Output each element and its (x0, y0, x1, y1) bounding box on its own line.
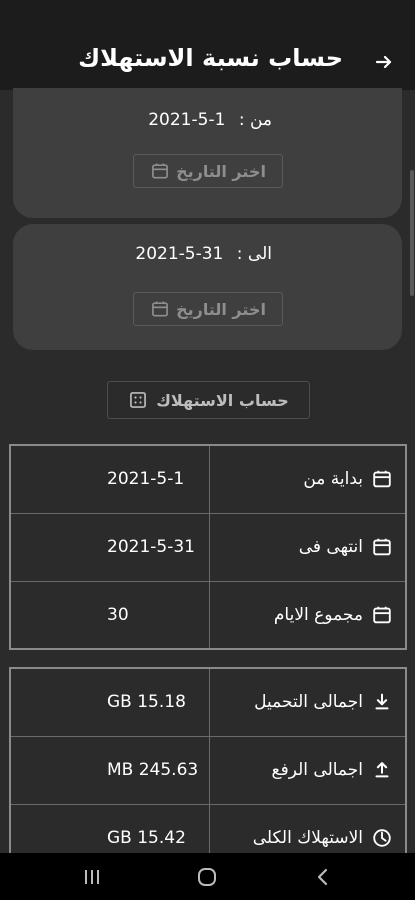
arrow-right-icon[interactable] (372, 50, 396, 74)
start-date-label-cell: بداية من (208, 444, 407, 514)
total-days-value: 30 (9, 580, 210, 650)
total-download-value: GB 15.18 (9, 667, 210, 737)
total-download-label-cell: اجمالى التحميل (208, 667, 407, 737)
to-date-value: 2021-5-31 (135, 244, 224, 264)
to-pick-date-label: اختر التاريخ (176, 299, 266, 319)
scrollbar[interactable] (410, 170, 414, 296)
end-date-label: انتهى فى (298, 537, 363, 557)
from-pick-date-button[interactable]: اختر التاريخ (133, 154, 283, 188)
start-date-label: بداية من (303, 469, 363, 490)
page-title: حساب نسبة الاستهلاك (78, 44, 343, 72)
calendar-icon (373, 606, 391, 623)
calculate-usage-button[interactable]: حساب الاستهلاك (107, 381, 310, 419)
from-pick-date-label: اختر التاريخ (176, 161, 266, 181)
table-row: 2021-5-1 بداية من (9, 444, 407, 514)
period-table: 2021-5-1 بداية من 2021-5-31 انتهى فى 30 … (9, 444, 407, 650)
recent-apps-icon[interactable] (80, 867, 104, 887)
to-date-row: الى : 2021-5-31 (135, 244, 272, 264)
total-days-label-cell: مجموع الايام (208, 580, 407, 650)
to-pick-date-button[interactable]: اختر التاريخ (133, 292, 283, 326)
back-nav-icon[interactable] (311, 867, 335, 887)
calendar-icon (373, 538, 391, 556)
total-usage-label: الاستهلاك الكلى (252, 827, 363, 848)
table-row: MB 245.63 اجمالى الرفع (9, 735, 407, 805)
to-date-card: الى : 2021-5-31 اختر التاريخ (13, 224, 402, 350)
calculator-icon (130, 392, 147, 408)
total-download-label: اجمالى التحميل (254, 692, 363, 713)
from-date-value: 2021-5-1 (148, 110, 226, 130)
usage-table: GB 15.18 اجمالى التحميل MB 245.63 اجمالى… (9, 667, 407, 873)
calendar-icon (373, 471, 391, 488)
data-usage-icon (373, 829, 391, 847)
calendar-icon (152, 163, 168, 179)
app-bar: حساب نسبة الاستهلاك (0, 0, 415, 90)
calculate-usage-label: حساب الاستهلاك (156, 390, 289, 410)
table-row: 30 مجموع الايام (9, 580, 407, 650)
total-upload-label: اجمالى الرفع (271, 760, 363, 780)
table-row: GB 15.18 اجمالى التحميل (9, 667, 407, 737)
home-icon[interactable] (195, 867, 219, 887)
from-label: من : (238, 110, 272, 130)
from-date-row: من : 2021-5-1 (148, 110, 272, 130)
from-date-card: من : 2021-5-1 اختر التاريخ (13, 88, 402, 218)
end-date-value: 2021-5-31 (9, 512, 210, 582)
download-icon (375, 693, 389, 710)
end-date-label-cell: انتهى فى (208, 512, 407, 582)
to-label: الى : (236, 244, 272, 264)
total-upload-label-cell: اجمالى الرفع (208, 735, 407, 805)
calendar-icon (152, 301, 168, 317)
table-row: 2021-5-31 انتهى فى (9, 512, 407, 582)
start-date-value: 2021-5-1 (9, 444, 210, 514)
upload-icon (375, 762, 389, 778)
total-upload-value: MB 245.63 (9, 735, 210, 805)
total-days-label: مجموع الايام (273, 604, 363, 625)
system-nav-bar (0, 853, 415, 900)
